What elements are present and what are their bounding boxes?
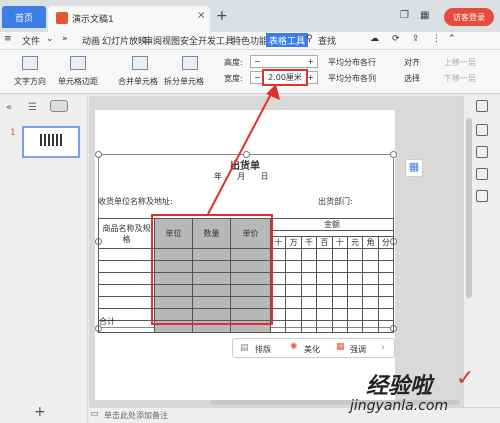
share-icon[interactable]: ⇪ <box>412 34 420 44</box>
department-label: 出货部门: <box>318 197 353 206</box>
cube-icon[interactable] <box>476 168 488 180</box>
menu-table-tools[interactable]: 表格工具 <box>266 33 309 47</box>
chevron-right-icon[interactable]: › <box>381 342 385 353</box>
watermark-url: jingyanla.com <box>350 398 449 414</box>
sync-icon[interactable]: ⟳ <box>392 34 400 44</box>
receiver-label: 收货单位名称及地址: <box>98 197 173 206</box>
collapse-panel-icon[interactable]: « <box>6 102 12 113</box>
grid-view-icon[interactable]: ▦ <box>420 10 429 21</box>
merge-cells-button[interactable]: 合并单元格 <box>118 76 158 87</box>
annotation-arrow <box>207 84 280 215</box>
resize-handle[interactable] <box>95 151 102 158</box>
menu-icon[interactable]: ≡ <box>4 34 12 44</box>
watermark-text: 经验啦 <box>366 374 433 399</box>
height-label: 高度: <box>224 58 243 67</box>
amount-unit: 万 <box>285 236 302 249</box>
resize-handle[interactable] <box>390 151 397 158</box>
send-backward-button[interactable]: 下移一层 <box>444 73 476 84</box>
vertical-scrollbar[interactable] <box>466 118 472 298</box>
cloud-icon[interactable]: ☁ <box>370 34 379 44</box>
home-tab[interactable]: 首页 <box>2 6 46 28</box>
select-button[interactable]: 选择 <box>404 73 420 84</box>
menu-view[interactable]: 视图 <box>162 34 180 47</box>
header-product: 商品名称及规格 <box>98 218 155 249</box>
new-tab-icon[interactable]: + <box>216 8 228 24</box>
chevron-up-icon[interactable]: ⌃ <box>448 34 456 44</box>
menu-review[interactable]: 审阅 <box>144 34 162 47</box>
bring-forward-button[interactable]: 上移一层 <box>444 57 476 68</box>
login-button[interactable]: 访客登录 <box>444 8 494 26</box>
presentation-icon <box>56 12 68 24</box>
more-icon[interactable]: ⋮ <box>432 34 441 44</box>
text-direction-button[interactable]: 文字方向 <box>14 76 46 87</box>
watermark-check-icon: ✓ <box>456 366 475 391</box>
header-amount: 金额 <box>270 218 394 231</box>
table-style-icon[interactable]: ▦ <box>405 159 423 177</box>
notes-icon: ▭ <box>90 409 99 419</box>
beautify-icon[interactable]: ✺ <box>290 342 298 352</box>
search-icon[interactable]: ⚲ <box>306 34 313 44</box>
cell-margin-button[interactable]: 单元格边距 <box>58 76 98 87</box>
layout-icon[interactable]: ▤ <box>240 343 249 353</box>
distribute-rows-button[interactable]: 平均分布各行 <box>328 57 376 68</box>
split-cells-icon[interactable] <box>182 56 198 70</box>
height-stepper[interactable]: − + <box>250 55 318 68</box>
shape-icon[interactable] <box>476 124 488 136</box>
emphasize-icon[interactable]: ▦ <box>336 342 345 352</box>
menu-search[interactable]: 查找 <box>318 34 336 47</box>
split-cells-button[interactable]: 拆分单元格 <box>164 76 204 87</box>
notes-placeholder[interactable]: 单击此处添加备注 <box>104 410 168 421</box>
menu-special[interactable]: 特色功能 <box>232 34 268 47</box>
menu-slideshow[interactable]: 幻灯片放映 <box>102 34 147 47</box>
merge-cells-icon[interactable] <box>132 56 148 70</box>
add-slide-icon[interactable]: + <box>34 404 46 420</box>
annotation-highlight-box <box>151 214 273 325</box>
menu-dev-tools[interactable]: 开发工具 <box>198 34 234 47</box>
amount-unit: 十 <box>331 236 348 249</box>
amount-unit: 角 <box>362 236 379 249</box>
play-icon[interactable] <box>476 190 488 202</box>
amount-unit: 百 <box>316 236 333 249</box>
cell-margin-icon[interactable] <box>70 56 86 70</box>
total-label: 合计 <box>99 317 115 326</box>
thumbnail-table-preview <box>40 134 64 146</box>
document-title: 演示文稿1 <box>72 15 114 25</box>
close-tab-icon[interactable]: × <box>197 10 205 21</box>
copy-icon[interactable] <box>476 146 488 158</box>
menu-file[interactable]: 文件 <box>22 34 40 47</box>
list-view-icon[interactable]: ☰ <box>28 102 37 113</box>
amount-unit: 元 <box>346 236 364 249</box>
text-direction-icon[interactable] <box>22 56 38 70</box>
window-restore-icon[interactable]: ❐ <box>400 10 409 21</box>
align-button[interactable]: 对齐 <box>404 57 420 68</box>
amount-unit: 分 <box>377 236 395 249</box>
menu-security[interactable]: 安全 <box>180 34 198 47</box>
settings-icon[interactable] <box>476 100 488 112</box>
amount-unit: 千 <box>300 236 318 249</box>
emphasize-button[interactable]: 强调 <box>350 344 366 355</box>
slide-number: 1 <box>10 128 16 138</box>
layout-button[interactable]: 排版 <box>255 344 271 355</box>
slide-view-icon[interactable] <box>50 100 68 112</box>
more-menus-icon[interactable]: » <box>62 34 68 44</box>
chevron-down-icon[interactable]: ⌄ <box>46 34 54 44</box>
distribute-cols-button[interactable]: 平均分布各列 <box>328 73 376 84</box>
menu-animation[interactable]: 动画 <box>82 34 100 47</box>
beautify-button[interactable]: 美化 <box>304 344 320 355</box>
